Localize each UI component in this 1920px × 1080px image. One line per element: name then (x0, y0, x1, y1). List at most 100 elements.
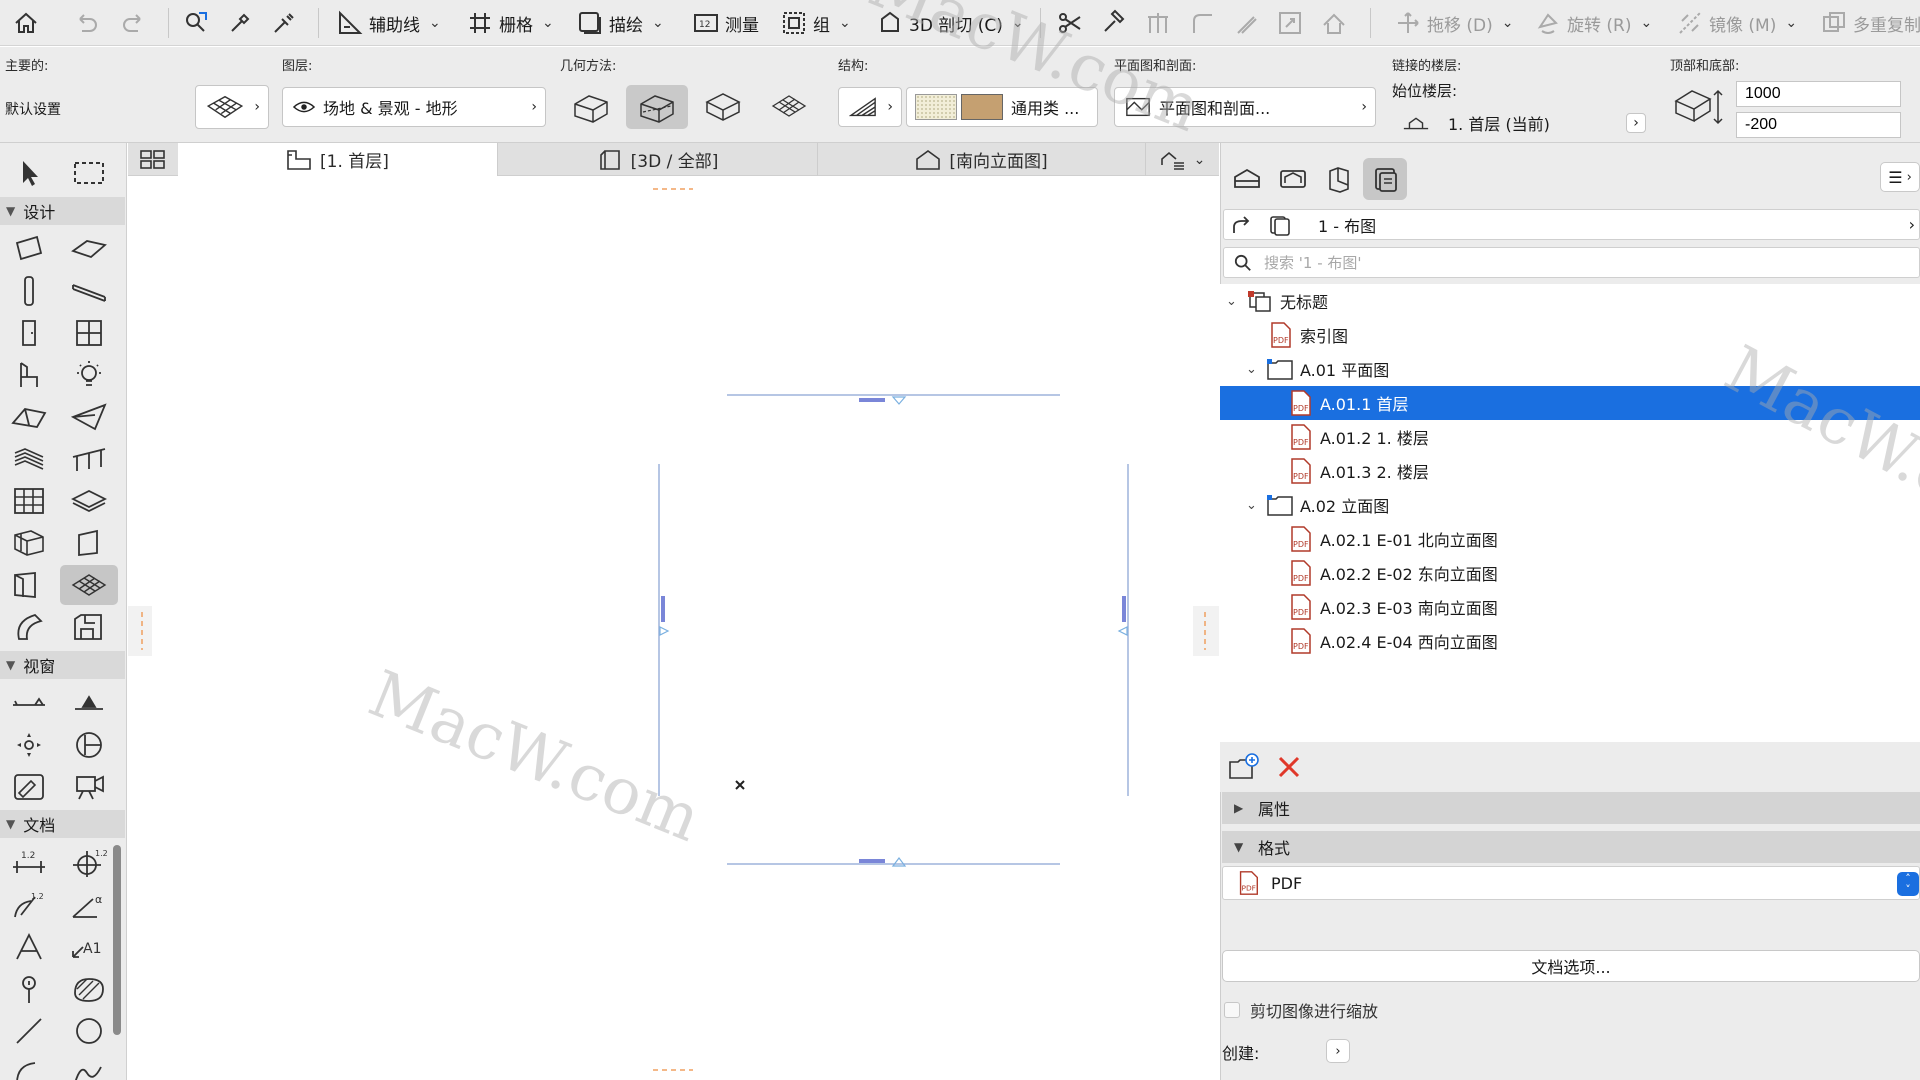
tab-3d[interactable]: [3D / 全部] (498, 143, 818, 176)
railing-tool[interactable] (60, 439, 118, 479)
roof-tool[interactable] (0, 397, 58, 437)
tree-item[interactable]: PDF A.01.3 2. 楼层 (1220, 454, 1920, 488)
line-tool[interactable] (0, 1011, 58, 1051)
home-button[interactable] (12, 5, 40, 41)
mirror-button[interactable]: 镜像 (M) ⌄ (1676, 5, 1797, 41)
arrow-tool[interactable] (0, 153, 58, 193)
home-story-select[interactable]: 1. 首层 (当前) › (1392, 109, 1654, 137)
format-panel-header[interactable]: ▼ 格式 (1222, 831, 1920, 863)
tree-item-selected[interactable]: PDF A.01.1 首层 (1220, 386, 1920, 420)
chevron-down-icon[interactable]: ⌄ (1502, 15, 1514, 31)
chevron-down-icon[interactable]: ⌄ (1640, 15, 1652, 31)
create-options-button[interactable]: › (1326, 1039, 1350, 1063)
chevron-down-icon[interactable]: ⌄ (429, 15, 441, 31)
section-document[interactable]: ▼ 文档 (0, 810, 125, 838)
offset-button[interactable] (1232, 5, 1260, 41)
geometry-grid-button[interactable] (758, 85, 820, 129)
chevron-down-icon[interactable]: ⌄ (839, 15, 851, 31)
eyedropper-button[interactable] (226, 5, 254, 41)
worksheet-tool[interactable] (60, 725, 118, 765)
detail-tool[interactable] (0, 767, 58, 807)
opening-tool[interactable] (0, 607, 58, 647)
tree-item[interactable]: PDF A.01.2 1. 楼层 (1220, 420, 1920, 454)
mesh-settings-button[interactable]: › (195, 85, 269, 129)
drag-button[interactable]: 拖移 (D) ⌄ (1394, 5, 1514, 41)
chevron-down-icon[interactable]: ⌄ (1012, 15, 1024, 31)
bottom-offset-input[interactable] (1736, 112, 1901, 138)
drawing-canvas[interactable] (128, 176, 1219, 1080)
disclosure-open-icon[interactable]: ⌄ (1246, 498, 1257, 513)
adjust-button[interactable] (1100, 5, 1128, 41)
publisher-set-selector[interactable]: 1 - 布图 › (1223, 209, 1920, 240)
door-tool[interactable] (0, 313, 58, 353)
layout-book-button[interactable] (1317, 158, 1361, 200)
window-tool[interactable] (60, 313, 118, 353)
column-tool[interactable] (0, 271, 58, 311)
syringe-button[interactable] (270, 5, 298, 41)
multiply-button[interactable]: 多重复制 (1820, 5, 1920, 41)
roof-button[interactable] (1320, 5, 1348, 41)
disclosure-open-icon[interactable]: ⌄ (1246, 362, 1257, 377)
spline-tool[interactable] (60, 1049, 118, 1080)
tree-item-folder[interactable]: ⌄ A.02 立面图 (1220, 488, 1920, 522)
section-viewpoint[interactable]: ▼ 视窗 (0, 651, 125, 679)
redo-button[interactable] (120, 5, 148, 41)
circle-tool[interactable] (60, 1011, 118, 1051)
radial-dimension-tool[interactable]: 1.2 (0, 885, 58, 925)
tree-item[interactable]: PDF A.02.4 E-04 西向立面图 (1220, 624, 1920, 658)
resize-button[interactable] (1276, 5, 1304, 41)
text-tool[interactable] (0, 927, 58, 967)
chevron-down-icon[interactable]: ⌄ (542, 15, 554, 31)
tab-overview-button[interactable] (128, 143, 178, 176)
find-select-button[interactable] (182, 5, 210, 41)
tree-item[interactable]: PDF A.02.3 E-03 南向立面图 (1220, 590, 1920, 624)
zone-tool[interactable] (60, 481, 118, 521)
scale-checkbox[interactable]: 剪切图像进行缩放 (1224, 998, 1378, 1022)
undo-button[interactable] (72, 5, 100, 41)
tab-floor-plan[interactable]: [1. 首层] (178, 143, 498, 176)
layer-select[interactable]: 场地 & 景观 - 地形 › (282, 87, 546, 127)
elevation-tool[interactable] (60, 683, 118, 723)
new-folder-button[interactable] (1228, 752, 1260, 782)
mesh-tool[interactable] (60, 565, 118, 605)
go-up-icon[interactable] (1230, 213, 1254, 237)
project-map-button[interactable] (1225, 158, 1269, 200)
lamp-tool[interactable] (60, 355, 118, 395)
level-dimension-tool[interactable]: 1.2 (60, 843, 118, 883)
slab-tool[interactable] (60, 229, 118, 269)
publisher-sets-button[interactable] (1363, 158, 1407, 200)
wall-tool[interactable] (0, 229, 58, 269)
guideline-button[interactable]: 辅助线 ⌄ (336, 5, 441, 41)
section-design[interactable]: ▼ 设计 (0, 197, 125, 225)
format-select[interactable]: PDF PDF ˄ ˅ (1222, 866, 1920, 900)
measure-button[interactable]: 12 测量 (692, 5, 759, 41)
intersect-button[interactable] (1144, 5, 1172, 41)
geometry-ridges-button[interactable] (626, 85, 688, 129)
chevron-updown-icon[interactable]: ˄ ˅ (1897, 872, 1919, 896)
beam-tool[interactable] (60, 271, 118, 311)
tree-item-index[interactable]: PDF 索引图 (1220, 318, 1920, 352)
tab-south-elevation[interactable]: [南向立面图] (818, 143, 1146, 176)
delete-button[interactable] (1276, 754, 1302, 780)
chevron-down-icon[interactable]: ⌄ (652, 15, 664, 31)
tree-item-root[interactable]: ⌄ 无标题 (1220, 284, 1920, 318)
document-options-button[interactable]: 文档选项... (1222, 950, 1920, 982)
disclosure-open-icon[interactable]: ⌄ (1226, 294, 1237, 309)
marker-tool[interactable] (0, 969, 58, 1009)
morph-tool[interactable] (0, 523, 58, 563)
section-tool[interactable] (0, 683, 58, 723)
fillet-button[interactable] (1188, 5, 1216, 41)
cutaway-button[interactable]: 3D 剖切 (C) ⌄ (876, 5, 1024, 41)
arc-tool[interactable] (0, 1049, 58, 1080)
plan-section-button[interactable]: 平面图和剖面... › (1114, 87, 1376, 127)
geometry-solid-button[interactable] (560, 85, 622, 129)
marquee-tool[interactable] (60, 153, 118, 193)
navigator-menu-button[interactable]: ☰ › (1880, 162, 1920, 192)
toolbox-scrollbar[interactable] (113, 845, 121, 1035)
split-button[interactable] (1056, 5, 1084, 41)
shell-tool[interactable] (60, 397, 118, 437)
stair-tool[interactable] (0, 439, 58, 479)
dimension-tool[interactable]: 1.2 (0, 843, 58, 883)
interior-elevation-tool[interactable] (0, 725, 58, 765)
checkbox-box[interactable] (1224, 1002, 1240, 1018)
